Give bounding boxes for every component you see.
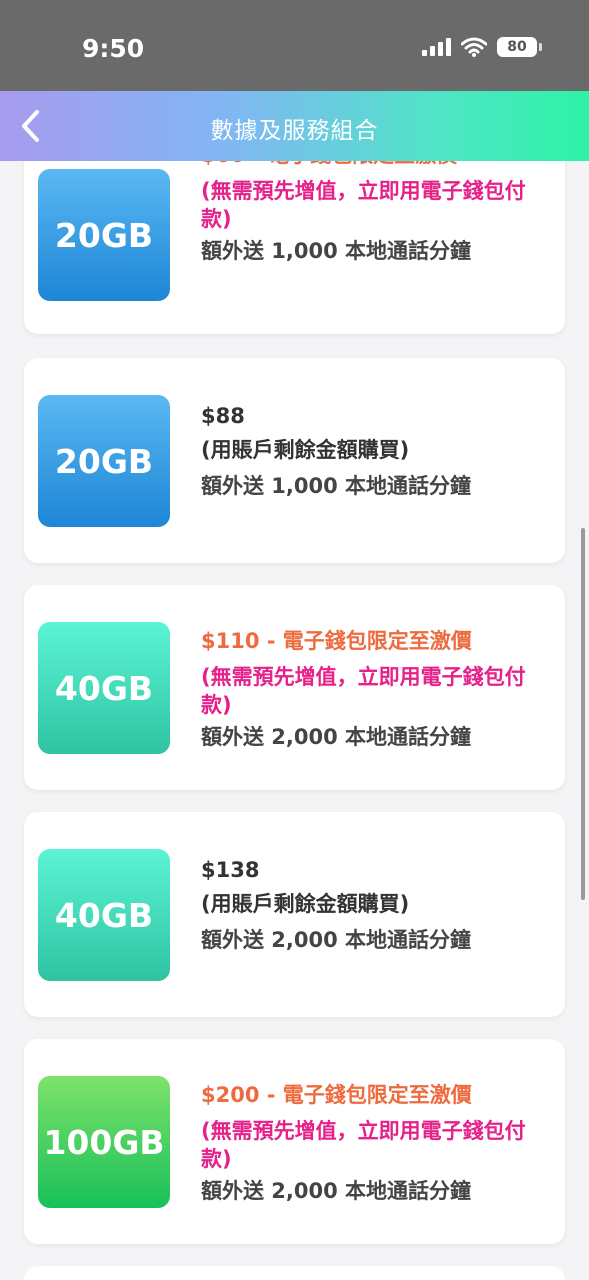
plan-data-tile: 40GB [38, 849, 170, 981]
plan-details: $200 - 電子錢包限定至激價 (無需預先增值，立即用電子錢包付款) 額外送 … [201, 1079, 546, 1207]
plan-card[interactable]: 100GB $200 - 電子錢包限定至激價 (無需預先增值，立即用電子錢包付款… [24, 1039, 565, 1244]
plan-bonus: 額外送 1,000 本地通話分鐘 [201, 239, 472, 263]
page-title: 數據及服務組合 [210, 118, 379, 144]
plan-note: (用賬戶剩餘金額購買) [201, 438, 410, 462]
plan-note: (無需預先增值，立即用電子錢包付款) [201, 1119, 526, 1171]
plan-card[interactable]: 20GB $60 - 電子錢包限定至激價 (無需預先增值，立即用電子錢包付款) … [24, 161, 565, 334]
plan-price: $138 [201, 858, 260, 882]
status-icons: 80 [422, 37, 542, 57]
plan-size: 40GB [54, 668, 154, 708]
plan-details: $138 (用賬戶剩餘金額購買) 額外送 2,000 本地通話分鐘 [201, 854, 546, 956]
plan-data-tile: 100GB [38, 1076, 170, 1208]
battery-level: 80 [507, 39, 527, 55]
cellular-signal-icon [422, 38, 451, 56]
wifi-icon [461, 37, 487, 57]
plan-list[interactable]: 20GB $60 - 電子錢包限定至激價 (無需預先增值，立即用電子錢包付款) … [0, 161, 589, 1280]
plan-size: 20GB [54, 441, 154, 481]
status-bar: 9:50 80 [0, 0, 589, 91]
plan-card[interactable]: 40GB $110 - 電子錢包限定至激價 (無需預先增值，立即用電子錢包付款)… [24, 585, 565, 790]
plan-bonus: 額外送 2,000 本地通話分鐘 [201, 725, 472, 749]
plan-data-tile: 20GB [38, 395, 170, 527]
battery-icon: 80 [497, 37, 542, 57]
plan-details: $110 - 電子錢包限定至激價 (無需預先增值，立即用電子錢包付款) 額外送 … [201, 625, 546, 753]
plan-card-partial[interactable] [24, 1266, 565, 1280]
plan-price: $88 [201, 404, 245, 428]
plan-card[interactable]: 20GB $88 (用賬戶剩餘金額購買) 額外送 1,000 本地通話分鐘 [24, 358, 565, 563]
plan-details: $60 - 電子錢包限定至激價 (無需預先增值，立即用電子錢包付款) 額外送 1… [201, 161, 546, 267]
plan-note: (用賬戶剩餘金額購買) [201, 892, 410, 916]
plan-card[interactable]: 40GB $138 (用賬戶剩餘金額購買) 額外送 2,000 本地通話分鐘 [24, 812, 565, 1017]
plan-details: $88 (用賬戶剩餘金額購買) 額外送 1,000 本地通話分鐘 [201, 400, 546, 502]
plan-bonus: 額外送 2,000 本地通話分鐘 [201, 1179, 472, 1203]
plan-bonus: 額外送 2,000 本地通話分鐘 [201, 928, 472, 952]
plan-price: $200 - 電子錢包限定至激價 [201, 1083, 472, 1107]
plan-size: 40GB [54, 895, 154, 935]
plan-price: $60 - 電子錢包限定至激價 [201, 161, 546, 171]
nav-bar: 數據及服務組合 [0, 91, 589, 161]
plan-price: $110 - 電子錢包限定至激價 [201, 629, 472, 653]
plan-note: (無需預先增值，立即用電子錢包付款) [201, 665, 526, 717]
scrollbar[interactable] [581, 528, 585, 900]
plan-size: 100GB [43, 1122, 165, 1162]
status-time: 9:50 [82, 34, 145, 63]
plan-data-tile: 20GB [38, 169, 170, 301]
plan-note: (無需預先增值，立即用電子錢包付款) [201, 179, 526, 231]
plan-bonus: 額外送 1,000 本地通話分鐘 [201, 474, 472, 498]
plan-data-tile: 40GB [38, 622, 170, 754]
plan-size: 20GB [54, 215, 154, 255]
